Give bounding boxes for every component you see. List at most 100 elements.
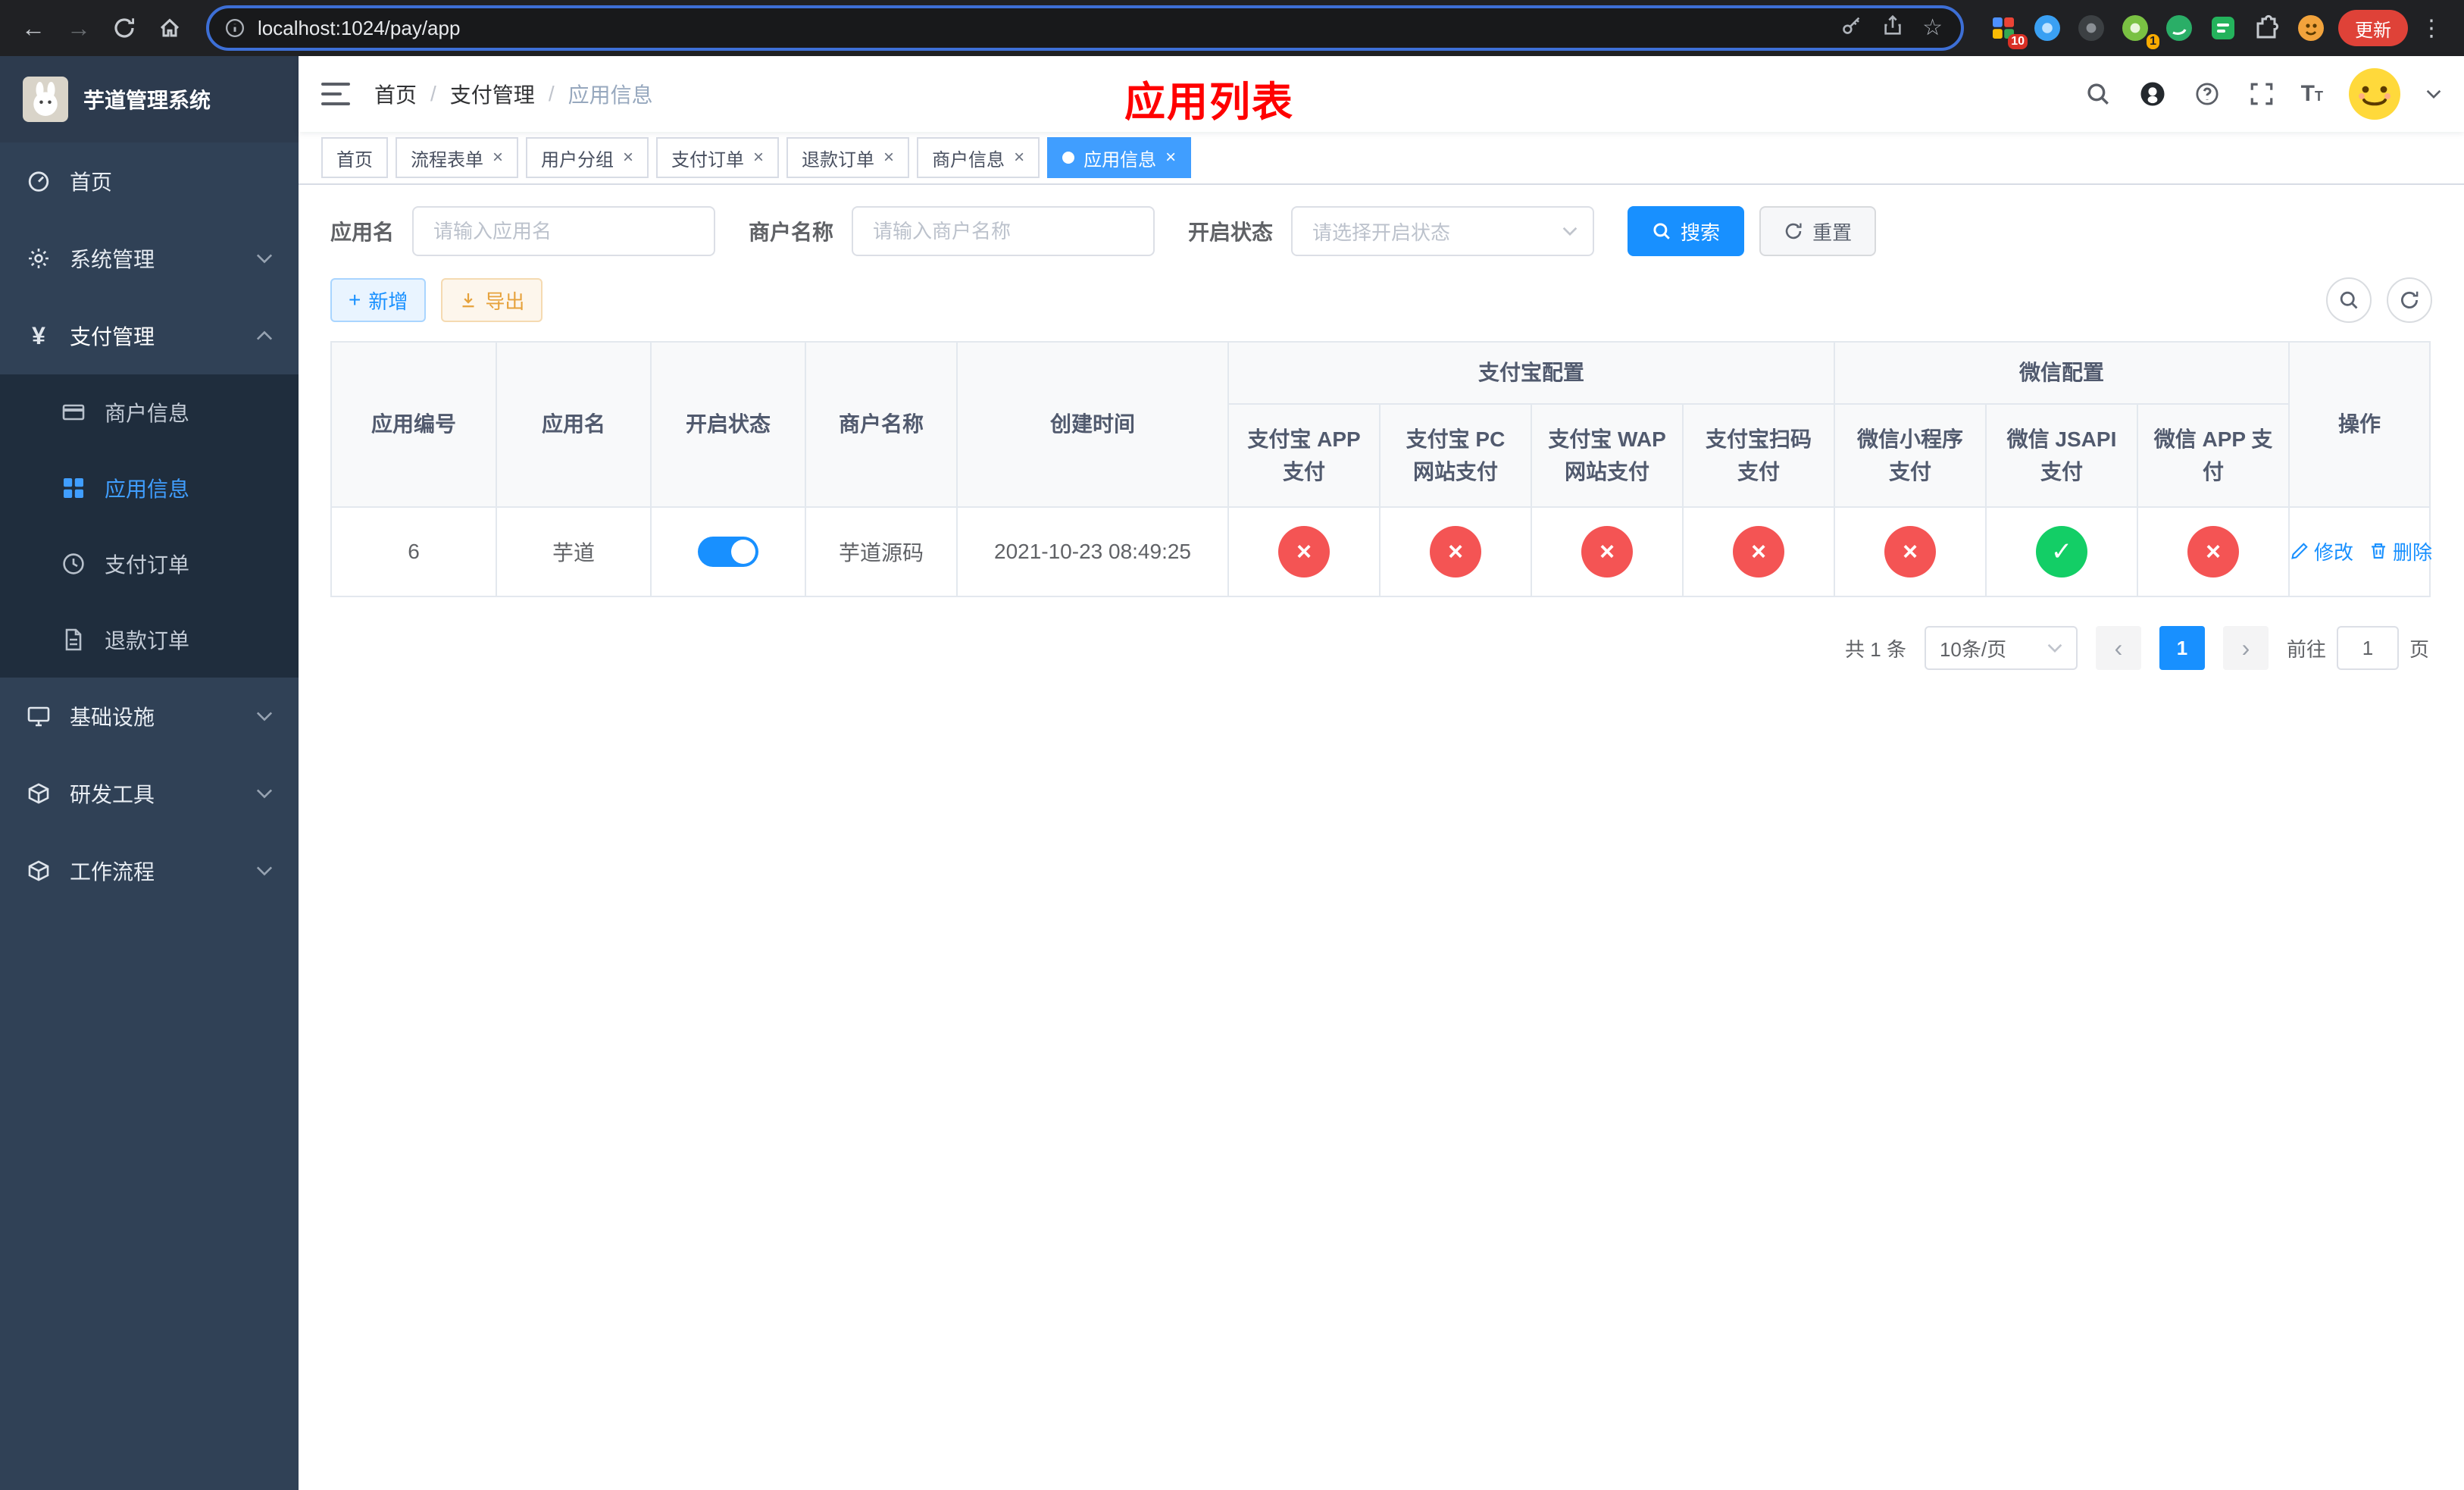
- extension-badge-small: 1: [2147, 34, 2159, 49]
- bookmark-star-icon[interactable]: ☆: [1922, 17, 1943, 39]
- extension-icon-chat[interactable]: [2208, 13, 2238, 43]
- goto-page-input[interactable]: [2336, 626, 2399, 670]
- col-status: 开启状态: [650, 341, 806, 508]
- col-alipay-wap: 支付宝 WAP 网站支付: [1531, 403, 1684, 508]
- edit-link-label: 修改: [2314, 540, 2354, 564]
- chevron-down-icon: [1562, 227, 1578, 236]
- fullscreen-icon[interactable]: [2247, 79, 2277, 109]
- reset-button[interactable]: 重置: [1759, 206, 1877, 256]
- merchant-name-input[interactable]: [852, 206, 1155, 256]
- delete-link[interactable]: 删除: [2369, 537, 2432, 565]
- app-table: 应用编号 应用名 开启状态 商户名称 创建时间 支付宝配置 微信配置 操作 支付…: [330, 341, 2432, 597]
- close-icon[interactable]: ×: [1165, 149, 1176, 167]
- sidebar-item-app-info[interactable]: 应用信息: [0, 450, 299, 526]
- avatar-caret-icon[interactable]: [2426, 89, 2441, 99]
- tab-merchant-info[interactable]: 商户信息 ×: [917, 137, 1040, 178]
- breadcrumb-separator: [549, 82, 555, 106]
- extensions-grid-icon[interactable]: 10: [1988, 13, 2028, 49]
- tab-pay-orders[interactable]: 支付订单 ×: [656, 137, 780, 178]
- breadcrumb-home[interactable]: 首页: [374, 79, 417, 109]
- row-status-toggle[interactable]: [698, 537, 758, 567]
- sidebar-item-system[interactable]: 系统管理: [0, 220, 299, 297]
- user-avatar[interactable]: [2347, 67, 2402, 121]
- home-icon[interactable]: [149, 7, 191, 49]
- sidebar-item-workflow[interactable]: 工作流程: [0, 832, 299, 909]
- chevron-down-icon: [256, 711, 273, 722]
- edit-link[interactable]: 修改: [2290, 537, 2353, 565]
- app-name-input[interactable]: [412, 206, 716, 256]
- close-icon[interactable]: ×: [492, 149, 503, 167]
- row-operations: 修改 删除: [2290, 537, 2432, 565]
- tab-home[interactable]: 首页: [321, 137, 388, 178]
- refresh-table-icon[interactable]: [2387, 277, 2432, 323]
- sidebar-item-payment[interactable]: ¥ 支付管理: [0, 297, 299, 374]
- navbar-actions: TT: [2083, 67, 2441, 121]
- profile-avatar-icon[interactable]: [2296, 13, 2326, 43]
- reload-icon[interactable]: [103, 7, 145, 49]
- sidebar-item-label: 首页: [70, 171, 113, 194]
- github-icon[interactable]: [2137, 79, 2168, 109]
- site-info-icon[interactable]: [224, 17, 245, 39]
- dashboard-icon: [26, 168, 52, 194]
- sidebar-item-refund-orders[interactable]: 退款订单: [0, 602, 299, 678]
- close-icon[interactable]: ×: [883, 149, 894, 167]
- sidebar-item-dev-tools[interactable]: 研发工具: [0, 755, 299, 832]
- sidebar-item-pay-orders[interactable]: 支付订单: [0, 526, 299, 602]
- close-icon[interactable]: ×: [1014, 149, 1024, 167]
- cell-merchant: 芋道源码: [805, 506, 958, 597]
- close-icon[interactable]: ×: [753, 149, 764, 167]
- sidebar-item-merchant-info[interactable]: 商户信息: [0, 374, 299, 450]
- status-select[interactable]: 请选择开启状态: [1291, 206, 1595, 256]
- browser-menu-icon[interactable]: ⋮: [2411, 15, 2452, 42]
- tab-app-info[interactable]: 应用信息 ×: [1047, 137, 1192, 178]
- forward-icon[interactable]: →: [58, 7, 100, 49]
- page-number-1[interactable]: 1: [2159, 626, 2205, 670]
- extension-icon-wechat[interactable]: [2164, 13, 2194, 43]
- tab-user-group[interactable]: 用户分组 ×: [526, 137, 649, 178]
- table-tools: [2326, 277, 2432, 323]
- url-text: localhost:1024/pay/app: [258, 16, 461, 39]
- page-title: 应用列表: [1124, 80, 1294, 125]
- help-icon[interactable]: [2192, 79, 2222, 109]
- active-dot: [1062, 152, 1075, 164]
- status-select-placeholder: 请选择开启状态: [1312, 221, 1451, 244]
- extension-icon-blue[interactable]: [2032, 13, 2062, 43]
- next-page-icon[interactable]: ›: [2222, 626, 2269, 670]
- font-size-icon[interactable]: TT: [2301, 81, 2323, 107]
- sidebar-item-infra[interactable]: 基础设施: [0, 678, 299, 755]
- chevron-down-icon: [2047, 643, 2062, 653]
- add-button[interactable]: + 新增: [330, 278, 427, 322]
- sidebar-toggle-icon[interactable]: [321, 83, 350, 105]
- wechat-app-status-icon: ×: [2187, 526, 2240, 578]
- col-alipay-pc: 支付宝 PC 网站支付: [1379, 403, 1532, 508]
- tab-process-form[interactable]: 流程表单 ×: [396, 137, 519, 178]
- yen-icon: ¥: [32, 321, 45, 349]
- search-button[interactable]: 搜索: [1628, 206, 1745, 256]
- tags-view-bar: 首页 流程表单 × 用户分组 × 支付订单 × 退款订单 × 商户信息 × 应用信息 ×: [299, 132, 2464, 185]
- page-size-select[interactable]: 10条/页: [1924, 626, 2078, 670]
- export-button[interactable]: 导出: [441, 278, 543, 322]
- chevron-down-icon: [256, 866, 273, 876]
- close-icon[interactable]: ×: [623, 149, 633, 167]
- puzzle-extensions-icon[interactable]: [2252, 13, 2282, 43]
- page-content: 应用名 商户名称 开启状态 请选择开启状态: [299, 185, 2464, 1490]
- search-icon[interactable]: [2083, 79, 2113, 109]
- breadcrumb-payment[interactable]: 支付管理: [450, 79, 535, 109]
- address-bar[interactable]: localhost:1024/pay/app ☆: [206, 5, 1964, 51]
- tab-label: 商户信息: [932, 149, 1005, 171]
- total-count: 共 1 条: [1845, 637, 1906, 661]
- reset-button-label: 重置: [1812, 221, 1853, 244]
- extension-icon-dark[interactable]: [2076, 13, 2106, 43]
- back-icon[interactable]: ←: [12, 7, 55, 49]
- browser-update-button[interactable]: 更新: [2338, 10, 2408, 46]
- share-icon[interactable]: [1881, 14, 1904, 42]
- password-key-icon[interactable]: [1840, 14, 1863, 42]
- prev-page-icon[interactable]: ‹: [2095, 626, 2141, 670]
- sidebar-item-home[interactable]: 首页: [0, 142, 299, 220]
- extension-badge: 10: [2008, 34, 2028, 49]
- tab-refund-orders[interactable]: 退款订单 ×: [786, 137, 910, 178]
- extension-icon-green-badged[interactable]: 1: [2120, 13, 2159, 49]
- show-search-toggle-icon[interactable]: [2326, 277, 2372, 323]
- sidebar-item-label: 系统管理: [70, 248, 155, 271]
- page-size-value: 10条/页: [1939, 637, 2007, 661]
